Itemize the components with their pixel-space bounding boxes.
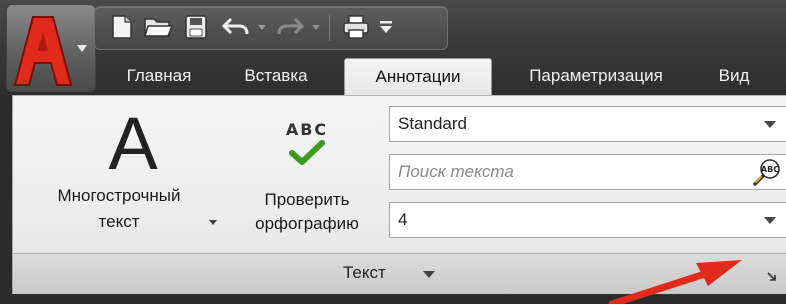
chevron-down-icon — [209, 220, 217, 225]
find-text-placeholder: Поиск текста — [398, 162, 514, 181]
check-spelling-label-2: орфографию — [255, 214, 359, 233]
quick-access-toolbar — [94, 6, 448, 50]
save-button[interactable] — [181, 12, 211, 42]
panel-title-bar[interactable]: Текст — [13, 253, 786, 294]
redo-dropdown[interactable] — [309, 12, 323, 42]
undo-dropdown[interactable] — [255, 12, 269, 42]
undo-arrow-icon — [221, 17, 249, 35]
chevron-down-icon — [77, 45, 87, 52]
printer-icon — [343, 15, 369, 39]
redo-button[interactable] — [273, 12, 307, 42]
find-text-field[interactable]: Поиск текста ABC — [389, 154, 786, 190]
open-file-button[interactable] — [141, 12, 175, 42]
new-file-button[interactable] — [107, 12, 137, 42]
text-style-dropdown[interactable]: Standard — [389, 106, 786, 142]
chevron-down-icon — [764, 121, 776, 128]
spell-abc-text: ABC — [285, 120, 329, 139]
application-menu-button[interactable] — [6, 4, 96, 92]
multiline-text-button[interactable]: A Многострочный текст — [31, 100, 231, 250]
dialog-launcher-icon[interactable] — [765, 270, 779, 284]
check-mark-icon — [289, 140, 325, 165]
undo-button[interactable] — [219, 12, 253, 42]
chevron-down-icon — [258, 25, 266, 30]
check-spelling-button[interactable]: ABC Проверить орфографию — [235, 100, 379, 250]
text-height-value: 4 — [398, 210, 408, 229]
tab-home[interactable]: Главная — [104, 58, 214, 94]
ribbon-panel-text: A Многострочный текст ABC Проверить орфо… — [12, 95, 786, 294]
save-disk-icon — [185, 15, 207, 39]
tab-insert[interactable]: Вставка — [226, 58, 326, 94]
large-a-icon: A — [108, 102, 158, 185]
check-spelling-label: Проверить — [264, 190, 350, 209]
panel-title: Текст — [343, 263, 386, 283]
new-file-icon — [112, 15, 132, 39]
text-style-value: Standard — [398, 114, 467, 133]
redo-arrow-icon — [277, 17, 305, 35]
open-folder-icon — [143, 18, 173, 37]
toolbar-divider — [329, 15, 330, 41]
svg-text:ABC: ABC — [761, 165, 779, 174]
chevron-down-icon — [312, 25, 320, 30]
panel-title-text: Текст — [343, 263, 386, 282]
tab-view[interactable]: Вид — [704, 58, 764, 94]
tab-annotate[interactable]: Аннотации — [344, 58, 492, 97]
tab-parametric[interactable]: Параметризация — [504, 58, 688, 94]
title-bar: Главная Вставка Аннотации Параметризация… — [0, 0, 786, 97]
find-replace-icon[interactable]: ABC — [752, 158, 784, 186]
customize-dropdown-icon — [380, 21, 392, 33]
multiline-text-label: Многострочный — [57, 186, 181, 205]
multiline-text-label-2: текст — [98, 212, 140, 231]
chevron-down-icon — [423, 271, 435, 278]
customize-toolbar-button[interactable] — [377, 12, 395, 42]
text-height-dropdown[interactable]: 4 — [389, 202, 786, 238]
autocad-logo-icon — [13, 16, 87, 86]
chevron-down-icon — [764, 217, 776, 224]
plot-button[interactable] — [339, 12, 373, 42]
